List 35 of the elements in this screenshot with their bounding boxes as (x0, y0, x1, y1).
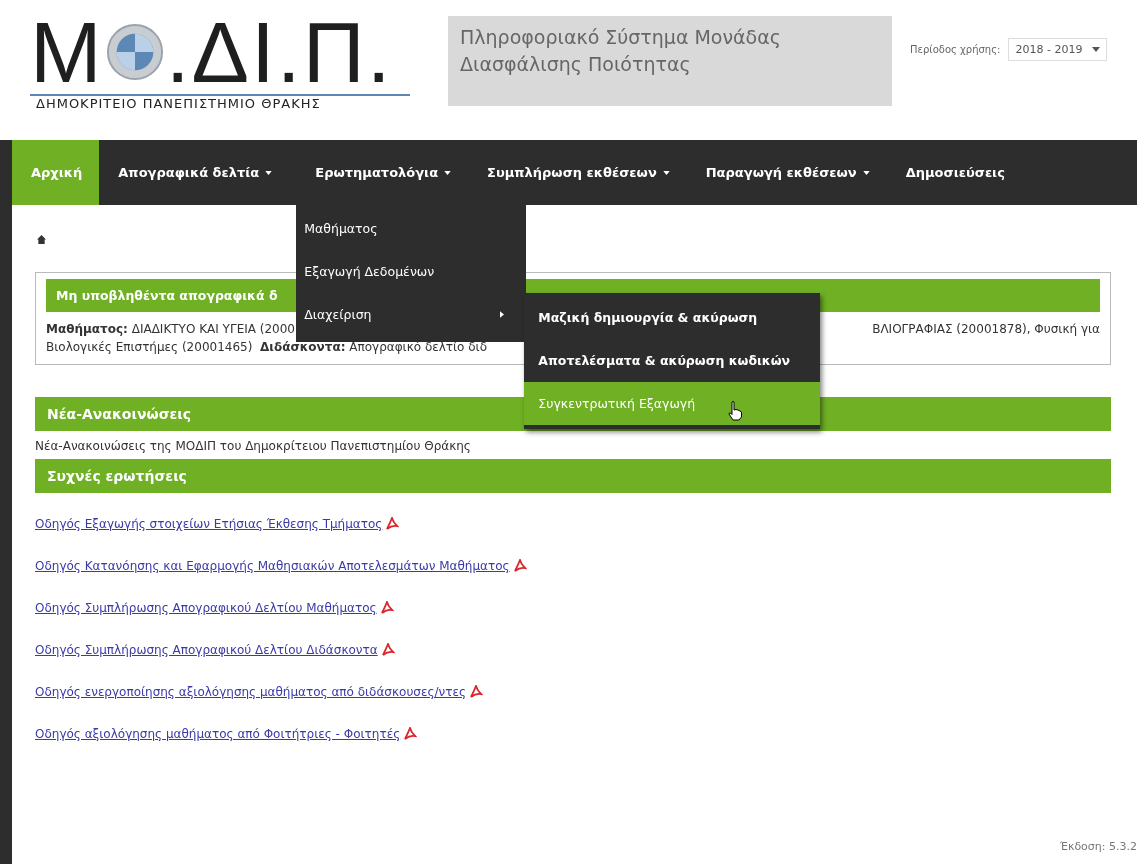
version-text: Έκδοση: 5.3.2 (1059, 840, 1137, 853)
nav-item[interactable]: Ερωτηματολόγια (296, 140, 469, 205)
pdf-icon[interactable] (380, 643, 395, 657)
home-icon[interactable] (37, 235, 46, 244)
pdf-icon[interactable] (379, 601, 394, 615)
section-heading: Συχνές ερωτήσεις (35, 459, 1111, 493)
guide-link[interactable]: Οδηγός Εξαγωγής στοιχείων Ετήσιας Έκθεσης Τμήματος (35, 517, 383, 531)
nav-item[interactable]: Συμπλήρωση εκθέσεων (468, 140, 687, 205)
logo-subtitle: ΔΗΜΟΚΡΙΤΕΙΟ ΠΑΝΕΠΙΣΤΗΜΙΟ ΘΡΑΚΗΣ (35, 96, 322, 111)
pdf-icon[interactable] (385, 517, 400, 531)
pdf-icon[interactable] (403, 727, 418, 741)
hand-cursor-icon (727, 401, 744, 421)
guide-link[interactable]: Οδηγός Συμπλήρωσης Απογραφικού Δελτίου Διδάσκοντα (35, 643, 378, 657)
logo-letter: Μ (30, 8, 104, 96)
pending-text: Βιολογικές Επιστήμες (20001465) Διδάσκοντα: Απογραφικό δελτίο διδ (46, 339, 488, 356)
period-label: Περίοδος χρήσης: (910, 44, 1001, 55)
logo-disc-icon (105, 23, 164, 81)
submenu-item[interactable]: Αποτελέσματα & ακύρωση κωδικών (524, 339, 821, 382)
pdf-icon[interactable] (512, 559, 527, 573)
guide-link[interactable]: Οδηγός αξιολόγησης μαθήματος από Φοιτήτριες - Φοιτητές (35, 727, 401, 741)
menu-item[interactable]: Μαθήματος (296, 207, 527, 250)
pending-text: Μαθήματος: ΔΙΑΔΙΚΤΥΟ ΚΑΙ ΥΓΕΙΑ (2000 (46, 321, 295, 338)
period-select[interactable]: 2018 - 2019 (1008, 38, 1108, 61)
guide-link[interactable]: Οδηγός ενεργοποίησης αξιολόγησης μαθήματος από διδάσκουσες/ντες (35, 685, 466, 699)
pending-text: ΒΛΙΟΓΡΑΦΙΑΣ (20001878), Φυσική για (872, 321, 1100, 338)
logo-text: .ΔΙ.Π. (165, 8, 393, 96)
nav-item[interactable]: Δημοσιεύσεις (886, 140, 1022, 205)
system-title: Πληροφοριακό Σύστημα Μονάδας Διασφάλισης Ποιότητας (448, 16, 892, 106)
guide-link[interactable]: Οδηγός Κατανόησης και Εφαρμογής Μαθησιακών Αποτελεσμάτων Μαθήματος (35, 559, 510, 573)
nav-item[interactable]: Απογραφικά δελτία (99, 140, 297, 205)
nav-item[interactable]: Παραγωγή εκθέσεων (686, 140, 887, 205)
guide-link[interactable]: Οδηγός Συμπλήρωσης Απογραφικού Δελτίου Μαθήματος (35, 601, 377, 615)
news-text: Νέα-Ανακοινώσεις της ΜΟΔΙΠ του Δημοκρίτειου Πανεπιστημίου Θράκης (35, 439, 472, 453)
pdf-icon[interactable] (468, 685, 483, 699)
dropdown-arrow-icon (1092, 47, 1101, 52)
